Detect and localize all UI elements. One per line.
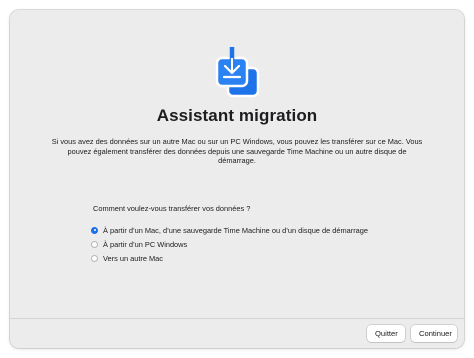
page-title: Assistant migration: [156, 106, 318, 125]
intro-description: Si vous avez des données sur un autre Ma…: [51, 137, 423, 166]
transfer-options: À partir d’un Mac, d’une sauvegarde Time…: [91, 223, 368, 265]
option-from-windows-pc[interactable]: À partir d’un PC Windows: [91, 237, 368, 251]
option-from-mac-label: À partir d’un Mac, d’une sauvegarde Time…: [103, 225, 368, 235]
migration-assistant-icon: [214, 46, 262, 98]
radio-from-windows-pc[interactable]: [91, 240, 98, 248]
migration-assistant-window: Assistant migration Si vous avez des don…: [10, 10, 464, 348]
continue-button[interactable]: Continuer: [411, 325, 457, 342]
quit-button[interactable]: Quitter: [367, 325, 405, 342]
main-content: Assistant migration Si vous avez des don…: [10, 10, 464, 318]
footer-bar: Quitter Continuer: [10, 318, 464, 348]
transfer-question: Comment voulez-vous transférer vos donné…: [93, 204, 251, 213]
radio-to-another-mac[interactable]: [91, 254, 98, 262]
option-to-another-mac-label: Vers un autre Mac: [103, 253, 163, 263]
option-from-windows-pc-label: À partir d’un PC Windows: [103, 239, 188, 249]
option-from-mac[interactable]: À partir d’un Mac, d’une sauvegarde Time…: [91, 223, 368, 237]
option-to-another-mac[interactable]: Vers un autre Mac: [91, 251, 368, 265]
radio-from-mac[interactable]: [91, 226, 98, 234]
